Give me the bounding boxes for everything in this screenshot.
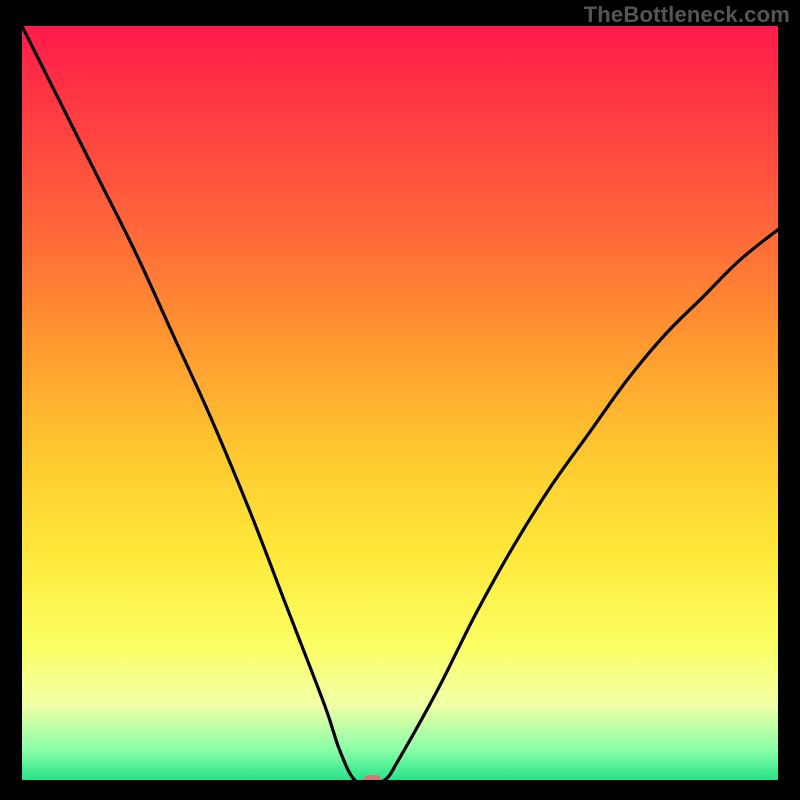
chart-frame: TheBottleneck.com (0, 0, 800, 800)
minimum-marker-icon (364, 775, 381, 780)
plot-area (22, 26, 778, 780)
watermark-text: TheBottleneck.com (584, 2, 790, 28)
bottleneck-curve (22, 26, 778, 780)
